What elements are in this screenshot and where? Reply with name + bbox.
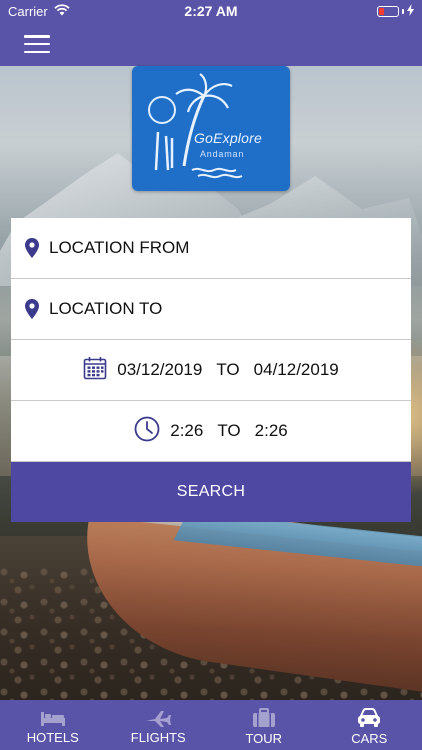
bed-icon [40, 709, 66, 727]
clock-icon[interactable] [134, 416, 160, 447]
time-range-row: 2:26 TO 2:26 [11, 401, 411, 462]
battery-tip [402, 8, 404, 14]
tab-cars-label: CARS [351, 731, 388, 746]
location-pin-icon [25, 299, 39, 319]
airplane-icon [145, 709, 172, 727]
tab-cars[interactable]: CARS [317, 700, 422, 750]
hamburger-line [24, 35, 50, 38]
location-pin-icon [25, 238, 39, 258]
time-to-separator: TO [217, 421, 241, 440]
status-bar: Carrier 2:27 AM [0, 0, 422, 22]
tab-flights[interactable]: FLIGHTS [106, 700, 212, 750]
app-logo: GoExplore Andaman [132, 66, 290, 191]
carrier-label: Carrier [8, 3, 48, 19]
logo-subtitle: Andaman [200, 149, 245, 159]
navigation-bar [0, 22, 422, 66]
battery-body [377, 5, 399, 17]
tab-hotels[interactable]: HOTELS [0, 700, 106, 750]
car-icon [356, 708, 382, 728]
tab-tour[interactable]: TOUR [211, 700, 317, 750]
search-button[interactable]: SEARCH [11, 462, 411, 522]
charging-bolt-icon [407, 3, 414, 19]
bottom-tab-bar: HOTELS FLIGHTS TOUR CARS [0, 700, 422, 750]
location-from-field[interactable]: LOCATION FROM [11, 218, 411, 279]
location-from-label: LOCATION FROM [49, 238, 190, 257]
hamburger-line [24, 50, 50, 53]
logo-title: GoExplore [194, 130, 262, 146]
wifi-icon [54, 3, 70, 19]
status-left: Carrier [8, 4, 70, 19]
date-range-row: 03/12/2019 TO 04/12/2019 [11, 340, 411, 401]
battery-level [379, 7, 384, 15]
date-to-separator: TO [216, 360, 240, 379]
tab-tour-label: TOUR [245, 731, 283, 746]
time-from-value[interactable]: 2:26 [170, 421, 203, 441]
calendar-icon[interactable] [83, 356, 107, 385]
battery-icon [377, 3, 414, 19]
date-to-value[interactable]: 04/12/2019 [254, 360, 339, 380]
search-form: LOCATION FROM LOCATION TO 03/12/2019 TO … [11, 218, 411, 522]
location-to-label: LOCATION TO [49, 299, 163, 318]
palm-tree-logo-icon [148, 73, 243, 179]
hamburger-icon[interactable] [24, 35, 50, 53]
tab-flights-label: FLIGHTS [130, 730, 186, 745]
tab-hotels-label: HOTELS [26, 730, 79, 745]
suitcase-icon [252, 708, 276, 728]
date-from-value[interactable]: 03/12/2019 [117, 360, 202, 380]
time-to-value[interactable]: 2:26 [255, 421, 288, 441]
hamburger-line [24, 42, 50, 46]
location-to-field[interactable]: LOCATION TO [11, 279, 411, 340]
